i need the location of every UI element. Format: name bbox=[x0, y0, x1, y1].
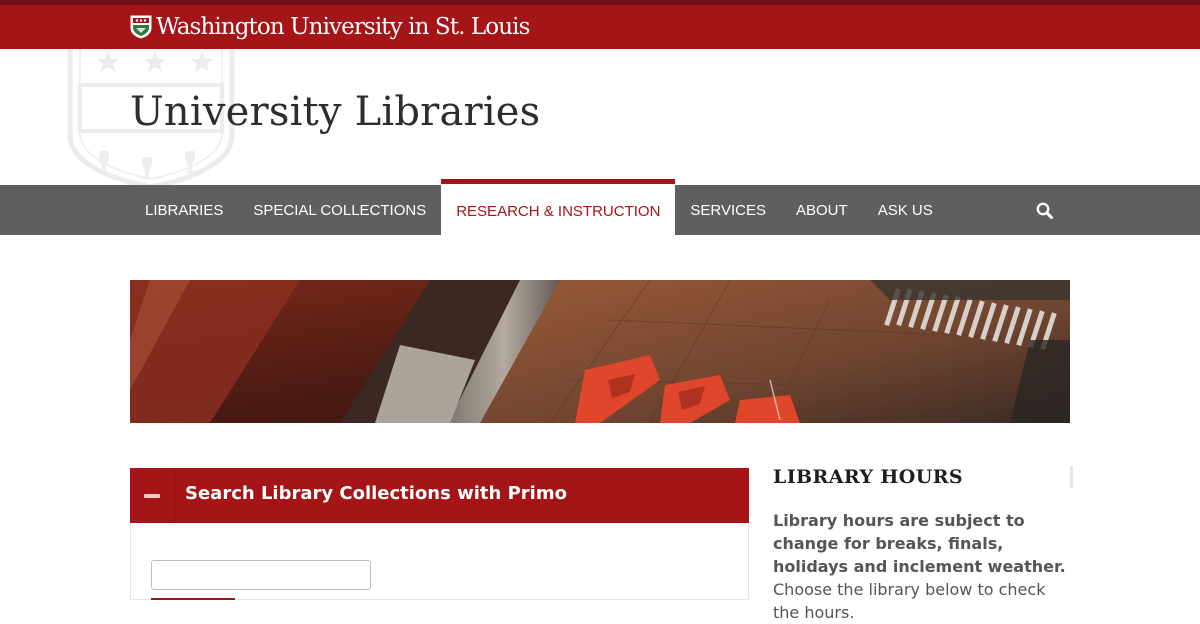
university-logo-link[interactable]: Washington University in St. Louis bbox=[130, 13, 530, 41]
primo-search-panel: Search Library Collections with Primo bbox=[130, 468, 749, 600]
university-name: Washington University in St. Louis bbox=[156, 14, 530, 40]
hero-banner-image bbox=[130, 280, 1070, 423]
nav-item-special-collections[interactable]: SPECIAL COLLECTIONS bbox=[238, 185, 441, 235]
library-hours-instructions: Choose the library below to check the ho… bbox=[773, 580, 1046, 622]
minus-icon[interactable] bbox=[130, 468, 175, 523]
nav-item-research-instruction[interactable]: RESEARCH & INSTRUCTION bbox=[441, 179, 676, 235]
library-hours-description: Library hours are subject to change for … bbox=[773, 509, 1069, 624]
nav-list: LIBRARIES SPECIAL COLLECTIONS RESEARCH &… bbox=[130, 179, 948, 235]
nav-item-ask-us[interactable]: ASK US bbox=[863, 185, 948, 235]
library-hours-widget: LIBRARY HOURS Library hours are subject … bbox=[773, 466, 1073, 622]
primo-search-panel-header[interactable]: Search Library Collections with Primo bbox=[130, 468, 749, 523]
nav-item-libraries[interactable]: LIBRARIES bbox=[130, 185, 238, 235]
nav-item-about[interactable]: ABOUT bbox=[781, 185, 863, 235]
university-bar: Washington University in St. Louis bbox=[0, 0, 1200, 49]
site-title[interactable]: University Libraries bbox=[130, 89, 540, 135]
masthead: University Libraries bbox=[0, 49, 1200, 185]
primo-search-panel-title: Search Library Collections with Primo bbox=[185, 483, 567, 504]
library-hours-title: LIBRARY HOURS bbox=[773, 466, 964, 488]
library-hours-notice: Library hours are subject to change for … bbox=[773, 511, 1066, 576]
university-crest-icon bbox=[130, 15, 152, 39]
sidebar-divider bbox=[1070, 466, 1073, 488]
main-navigation: LIBRARIES SPECIAL COLLECTIONS RESEARCH &… bbox=[0, 179, 1200, 235]
search-icon[interactable] bbox=[1034, 200, 1056, 222]
nav-item-services[interactable]: SERVICES bbox=[675, 185, 781, 235]
primo-search-input[interactable] bbox=[151, 560, 371, 590]
